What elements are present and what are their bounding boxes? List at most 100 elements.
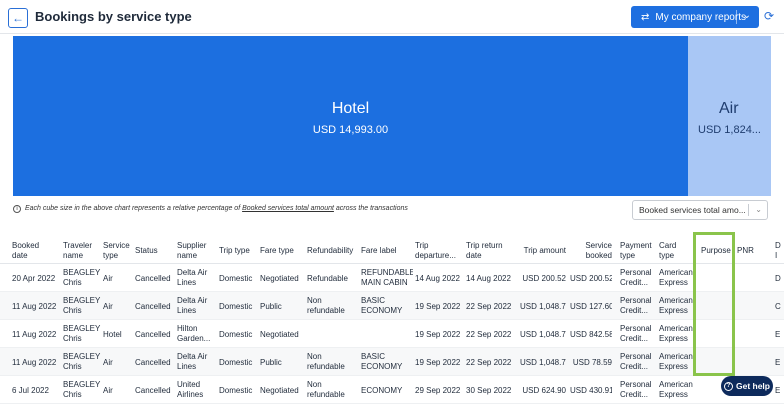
table-cell: BEAGLEY Chris [63, 352, 101, 372]
column-header[interactable]: PNR [737, 246, 773, 256]
table-cell: Hilton Garden... [177, 324, 217, 344]
table-cell-line: 6 Jul 2022 [12, 386, 49, 395]
table-cell-line: BASIC [361, 296, 386, 305]
column-header[interactable]: Booked date [12, 241, 60, 261]
button-divider [736, 10, 737, 24]
table-cell: American Express [659, 296, 697, 316]
table-cell: Negotiated [260, 386, 305, 396]
table-cell-line: American [659, 268, 693, 277]
treemap-label-air: Air [719, 100, 739, 117]
table-cell-line: ECONOMY [361, 306, 403, 315]
table-cell: Domestic [219, 274, 259, 284]
column-header[interactable]: Trip amount [520, 246, 566, 256]
table-cell-line: Lines [177, 278, 197, 287]
table-cell: Delta Air Lines [177, 268, 217, 288]
column-header[interactable]: Service type [103, 241, 133, 261]
table-cell: Personal Credit... [620, 296, 658, 316]
column-header[interactable]: Fare label [361, 246, 413, 256]
table-cell-line: 30 Sep 2022 [466, 386, 512, 395]
metric-select[interactable]: Booked services total amo... ⌄ [632, 200, 768, 220]
table-cell: American Express [659, 352, 697, 372]
treemap-value-air: USD 1,824... [698, 124, 761, 136]
table-cell: 20 Apr 2022 [12, 274, 60, 284]
table-cell-line: USD 1,048.77 [520, 302, 566, 311]
column-header[interactable]: Service booked [570, 241, 612, 261]
column-header[interactable]: Traveler name [63, 241, 101, 261]
table-row[interactable]: 11 Aug 2022 BEAGLEY Chris Air Cancelled Delta… [0, 292, 784, 320]
table-cell: C [775, 302, 784, 312]
column-header-line: Trip return [466, 241, 503, 250]
column-header[interactable]: Trip return date [466, 241, 518, 261]
table-cell: Cancelled [135, 358, 175, 368]
column-header-line: Supplier [177, 241, 207, 250]
column-header[interactable]: Status [135, 246, 175, 256]
table-cell: D [775, 274, 784, 284]
column-header-line: name [177, 251, 198, 260]
column-header-line: date [12, 251, 28, 260]
column-header-line: Fare type [260, 246, 294, 255]
column-header[interactable]: Card type [659, 241, 697, 261]
treemap-cell-hotel[interactable]: Hotel USD 14,993.00 [13, 36, 688, 196]
get-help-button[interactable]: ? Get help [721, 376, 773, 396]
column-header-line: D [775, 241, 781, 250]
table-cell-line: USD 200.52 [570, 274, 612, 283]
column-header-line: I [775, 251, 778, 260]
column-header-line: Booked [12, 241, 40, 250]
column-header-line: Refundability [307, 246, 354, 255]
treemap-cell-air[interactable]: Air USD 1,824... [688, 36, 771, 196]
column-header[interactable]: Trip type [219, 246, 259, 256]
column-header[interactable]: DI [775, 241, 784, 261]
table-cell-line: American [659, 352, 693, 361]
table-cell-line: Express [659, 334, 688, 343]
table-cell-line: Express [659, 362, 688, 371]
table-cell-line: American [659, 324, 693, 333]
table-row[interactable]: 11 Aug 2022 BEAGLEY Chris Air Cancelled Delta… [0, 348, 784, 376]
refresh-icon[interactable]: ⟳ [764, 9, 774, 23]
table-cell: American Express [659, 268, 697, 288]
table-cell: BEAGLEY Chris [63, 268, 101, 288]
table-cell: 14 Aug 2022 [415, 274, 464, 284]
column-header-line: Trip type [219, 246, 250, 255]
table-cell: 19 Sep 2022 [415, 302, 464, 312]
table-cell-line: Express [659, 306, 688, 315]
table-cell-line: Negotiated [260, 330, 299, 339]
table-cell-line: 19 Sep 2022 [415, 302, 461, 311]
column-header[interactable]: Refundability [307, 246, 359, 256]
table-cell-line: ECONOMY [361, 386, 403, 395]
table-cell-line: USD 624.90 [522, 386, 566, 395]
table-cell-line: 29 Sep 2022 [415, 386, 461, 395]
table-cell-line: Personal [620, 324, 652, 333]
transactions-table: Booked date Traveler name Service type Status S… [0, 236, 784, 406]
column-header[interactable]: Trip departure... [415, 241, 464, 261]
note-link[interactable]: Booked services total amount [242, 205, 334, 212]
table-cell: 29 Sep 2022 [415, 386, 464, 396]
company-reports-button[interactable]: ⇄ My company reports ⌄ [631, 6, 759, 28]
table-cell: BEAGLEY Chris [63, 296, 101, 316]
table-cell: USD 200.52 [520, 274, 566, 284]
table-cell-line: Delta Air [177, 352, 208, 361]
table-cell: 14 Aug 2022 [466, 274, 518, 284]
column-header[interactable]: Fare type [260, 246, 305, 256]
table-cell-line: Airlines [177, 390, 204, 399]
table-cell-line: MAIN CABIN [361, 278, 408, 287]
table-cell-line: American [659, 380, 693, 389]
page-title: Bookings by service type [35, 9, 192, 24]
table-cell-line: Public [260, 358, 282, 367]
column-header[interactable]: Payment type [620, 241, 658, 261]
table-cell: Personal Credit... [620, 352, 658, 372]
table-row[interactable]: 6 Jul 2022 BEAGLEY Chris Air Cancelled United… [0, 376, 784, 404]
table-cell: BASIC ECONOMY [361, 352, 413, 372]
table-cell-line: American [659, 296, 693, 305]
back-button[interactable]: ← [8, 8, 28, 28]
table-cell-line: 14 Aug 2022 [415, 274, 460, 283]
table-cell: Cancelled [135, 302, 175, 312]
table-cell: 11 Aug 2022 [12, 358, 60, 368]
table-cell-line: Domestic [219, 330, 253, 339]
column-header[interactable]: Supplier name [177, 241, 217, 261]
table-cell-line: Non [307, 352, 322, 361]
table-row[interactable]: 11 Aug 2022 BEAGLEY Chris Hotel Cancelled Hil… [0, 320, 784, 348]
table-row[interactable]: 20 Apr 2022 BEAGLEY Chris Air Cancelled Delta… [0, 264, 784, 292]
table-cell-line: Express [659, 390, 688, 399]
table-cell-line: 19 Sep 2022 [415, 358, 461, 367]
table-cell: Domestic [219, 302, 259, 312]
